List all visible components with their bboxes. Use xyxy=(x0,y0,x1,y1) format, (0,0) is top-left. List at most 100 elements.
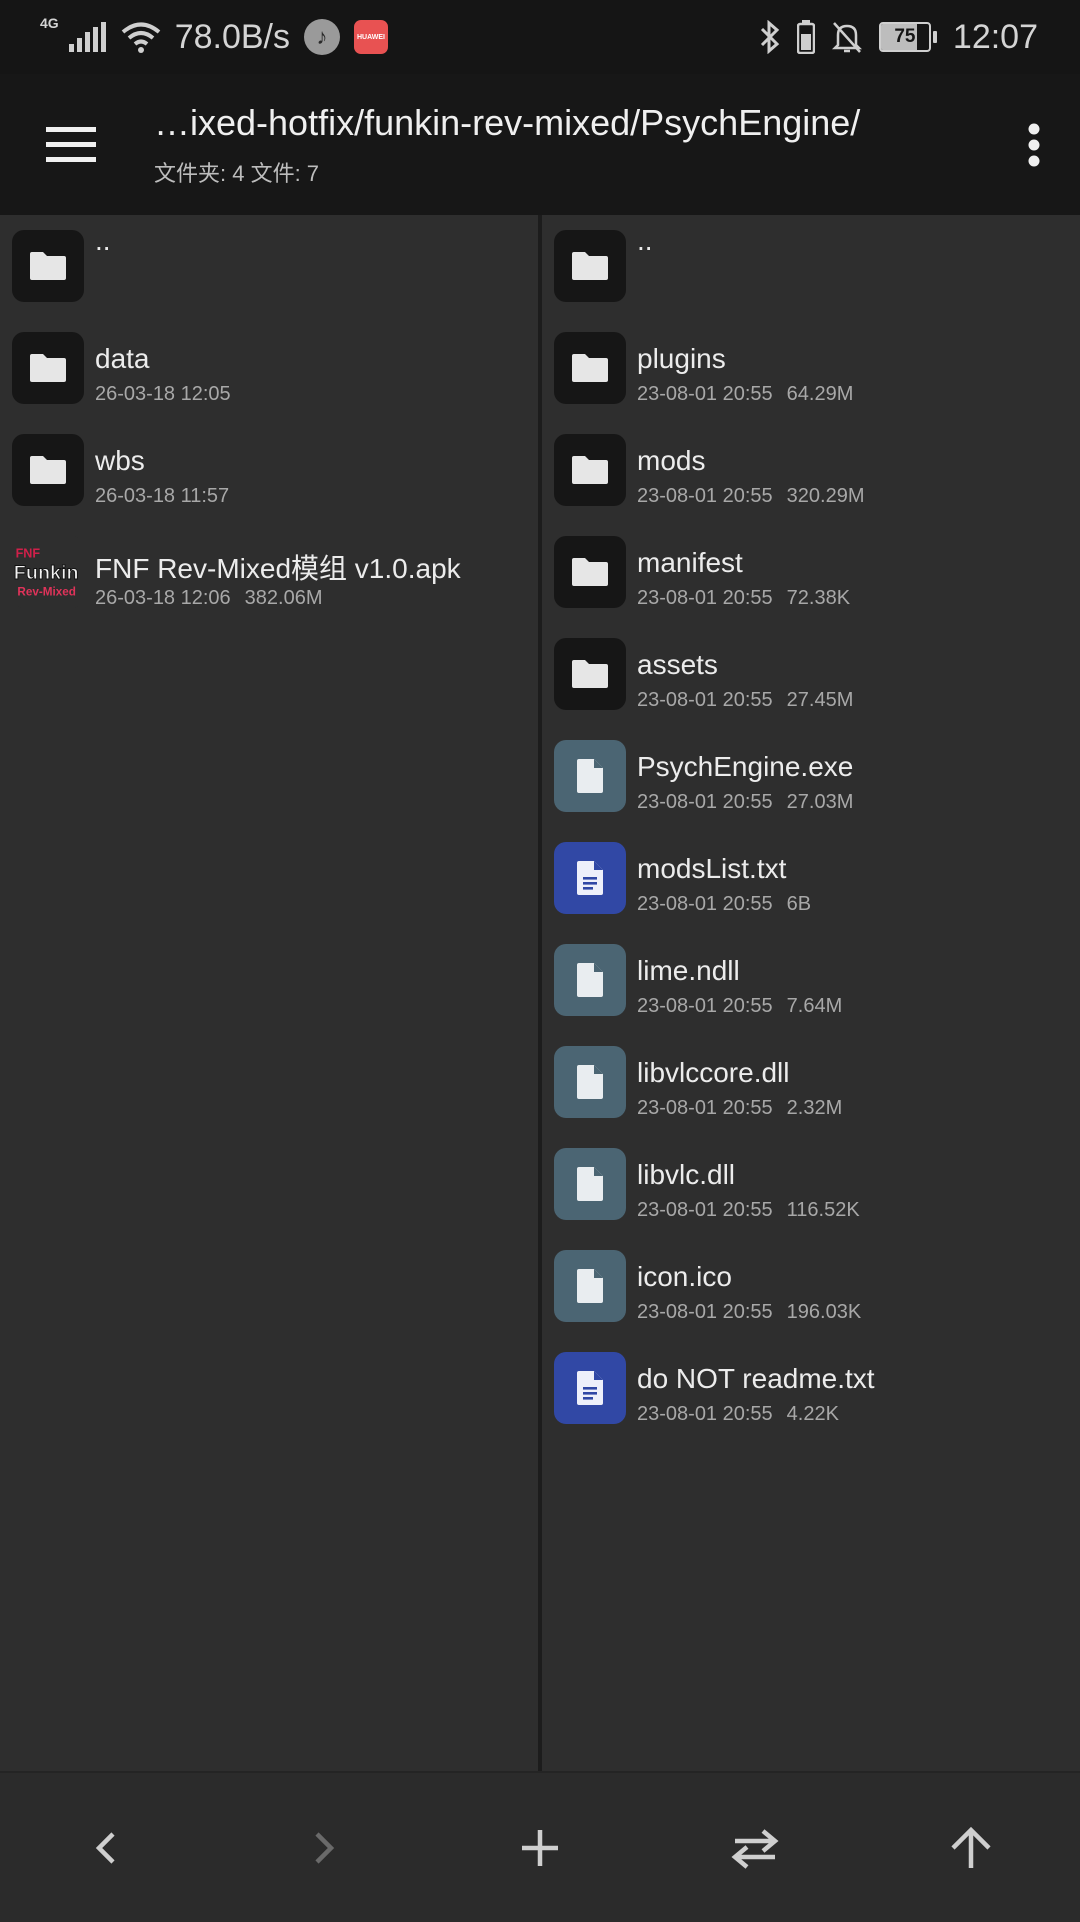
file-icon xyxy=(577,1167,603,1201)
file-name: FNF Rev-Mixed模组 v1.0.apk xyxy=(95,553,461,584)
file-icon xyxy=(577,759,603,793)
file-list-item[interactable]: modsList.txt 23-08-01 20:55 6B xyxy=(542,827,1080,929)
apk-logo-main: Funkin xyxy=(14,562,79,584)
file-date: 23-08-01 20:55 xyxy=(637,383,773,405)
file-name: plugins xyxy=(637,343,726,374)
parent-directory-button[interactable] xyxy=(916,1793,1026,1903)
text-file-icon xyxy=(577,861,603,895)
more-options-button[interactable] xyxy=(1002,102,1066,188)
file-name: .. xyxy=(637,225,653,256)
file-tile[interactable] xyxy=(554,1352,626,1424)
bluetooth-icon xyxy=(760,20,780,54)
file-list-item[interactable]: data 26-03-18 12:05 xyxy=(0,317,538,419)
hamburger-menu-icon xyxy=(46,127,96,162)
chevron-right-icon xyxy=(315,1832,335,1864)
plus-icon xyxy=(522,1830,558,1866)
file-tile[interactable] xyxy=(554,1046,626,1118)
file-list-item[interactable]: .. xyxy=(542,215,1080,317)
folder-icon xyxy=(30,456,66,484)
file-date: 23-08-01 20:55 xyxy=(637,1199,773,1221)
network-type: 4G xyxy=(40,15,59,31)
file-name: libvlc.dll xyxy=(637,1159,736,1190)
file-size: 27.03M xyxy=(786,791,854,813)
arrow-up-icon xyxy=(951,1826,991,1868)
file-meta: 23-08-01 20:55 116.52K xyxy=(637,1199,860,1222)
clock: 12:07 xyxy=(952,17,1038,56)
file-icon xyxy=(577,1269,603,1303)
file-size: 116.52K xyxy=(786,1199,860,1221)
file-icon xyxy=(577,963,603,997)
file-list-item[interactable]: assets 23-08-01 20:55 27.45M xyxy=(542,623,1080,725)
file-icon xyxy=(577,1065,603,1099)
text-file-icon xyxy=(577,1371,603,1405)
file-size: 64.29M xyxy=(786,383,854,405)
file-name: manifest xyxy=(637,547,743,578)
file-list-item[interactable]: mods 23-08-01 20:55 320.29M xyxy=(542,419,1080,521)
folder-icon xyxy=(572,252,608,280)
file-meta: 23-08-01 20:55 64.29M xyxy=(637,383,853,406)
chevron-left-icon xyxy=(95,1832,115,1864)
current-path[interactable]: …ixed-hotfix/funkin-rev-mixed/PsychEngin… xyxy=(154,102,954,144)
folder-tile[interactable] xyxy=(12,434,84,506)
folder-tile[interactable] xyxy=(554,638,626,710)
file-tile[interactable] xyxy=(554,740,626,812)
bottom-toolbar xyxy=(0,1771,1080,1922)
file-tile[interactable] xyxy=(554,842,626,914)
apk-tile[interactable]: FNF Funkin Rev-Mixed xyxy=(12,536,84,608)
file-date: 23-08-01 20:55 xyxy=(637,1403,773,1425)
swap-panes-button[interactable] xyxy=(700,1793,810,1903)
file-meta: 23-08-01 20:55 27.45M xyxy=(637,689,853,712)
add-button[interactable] xyxy=(485,1793,595,1903)
file-tile[interactable] xyxy=(554,944,626,1016)
folder-icon xyxy=(572,660,608,688)
file-meta: 26-03-18 12:05 xyxy=(95,383,231,406)
file-name: assets xyxy=(637,649,718,680)
music-app-icon: ♪ xyxy=(304,19,340,55)
more-vertical-icon xyxy=(1028,123,1040,167)
file-name: .. xyxy=(95,225,111,256)
file-date: 23-08-01 20:55 xyxy=(637,1097,773,1119)
file-size: 320.29M xyxy=(786,485,865,507)
file-list-item[interactable]: FNF Funkin Rev-Mixed FNF Rev-Mixed模组 v1.0.a… xyxy=(0,521,538,623)
file-tile[interactable] xyxy=(554,1250,626,1322)
file-name: data xyxy=(95,343,150,374)
back-button[interactable] xyxy=(52,1793,162,1903)
folder-tile[interactable] xyxy=(554,332,626,404)
file-meta: 26-03-18 12:06 382.06M xyxy=(95,587,323,610)
file-meta: 23-08-01 20:55 320.29M xyxy=(637,485,865,508)
file-meta: 23-08-01 20:55 4.22K xyxy=(637,1403,839,1426)
file-date: 23-08-01 20:55 xyxy=(637,995,773,1017)
file-size: 27.45M xyxy=(786,689,854,711)
file-name: mods xyxy=(637,445,706,476)
folder-tile[interactable] xyxy=(12,230,84,302)
file-size: 382.06M xyxy=(244,587,323,609)
folder-icon xyxy=(30,354,66,382)
file-list-item[interactable]: wbs 26-03-18 11:57 xyxy=(0,419,538,521)
file-list-item[interactable]: do NOT readme.txt 23-08-01 20:55 4.22K xyxy=(542,1337,1080,1439)
file-name: PsychEngine.exe xyxy=(637,751,854,782)
file-list-item[interactable]: plugins 23-08-01 20:55 64.29M xyxy=(542,317,1080,419)
file-list-item[interactable]: lime.ndll 23-08-01 20:55 7.64M xyxy=(542,929,1080,1031)
file-date: 23-08-01 20:55 xyxy=(637,893,773,915)
file-list-item[interactable]: libvlc.dll 23-08-01 20:55 116.52K xyxy=(542,1133,1080,1235)
folder-tile[interactable] xyxy=(554,434,626,506)
folder-tile[interactable] xyxy=(554,230,626,302)
left-file-pane[interactable]: .. data 26-03-18 12:05 wbs 26-03-18 11:57 FNF… xyxy=(0,215,538,1771)
file-list-item[interactable]: .. xyxy=(0,215,538,317)
folder-tile[interactable] xyxy=(554,536,626,608)
file-list-item[interactable]: libvlccore.dll 23-08-01 20:55 2.32M xyxy=(542,1031,1080,1133)
file-list-item[interactable]: icon.ico 23-08-01 20:55 196.03K xyxy=(542,1235,1080,1337)
menu-button[interactable] xyxy=(28,102,114,188)
file-tile[interactable] xyxy=(554,1148,626,1220)
file-size: 2.32M xyxy=(786,1097,843,1119)
right-file-pane[interactable]: .. plugins 23-08-01 20:55 64.29M mods 23-08-0… xyxy=(542,215,1080,1771)
file-meta: 23-08-01 20:55 7.64M xyxy=(637,995,842,1018)
file-list-item[interactable]: manifest 23-08-01 20:55 72.38K xyxy=(542,521,1080,623)
wifi-icon xyxy=(121,22,160,53)
forward-button[interactable] xyxy=(268,1793,378,1903)
file-meta: 26-03-18 11:57 xyxy=(95,485,229,508)
folder-tile[interactable] xyxy=(12,332,84,404)
file-list-item[interactable]: PsychEngine.exe 23-08-01 20:55 27.03M xyxy=(542,725,1080,827)
file-date: 26-03-18 12:06 xyxy=(95,587,231,609)
file-size: 4.22K xyxy=(786,1403,839,1425)
